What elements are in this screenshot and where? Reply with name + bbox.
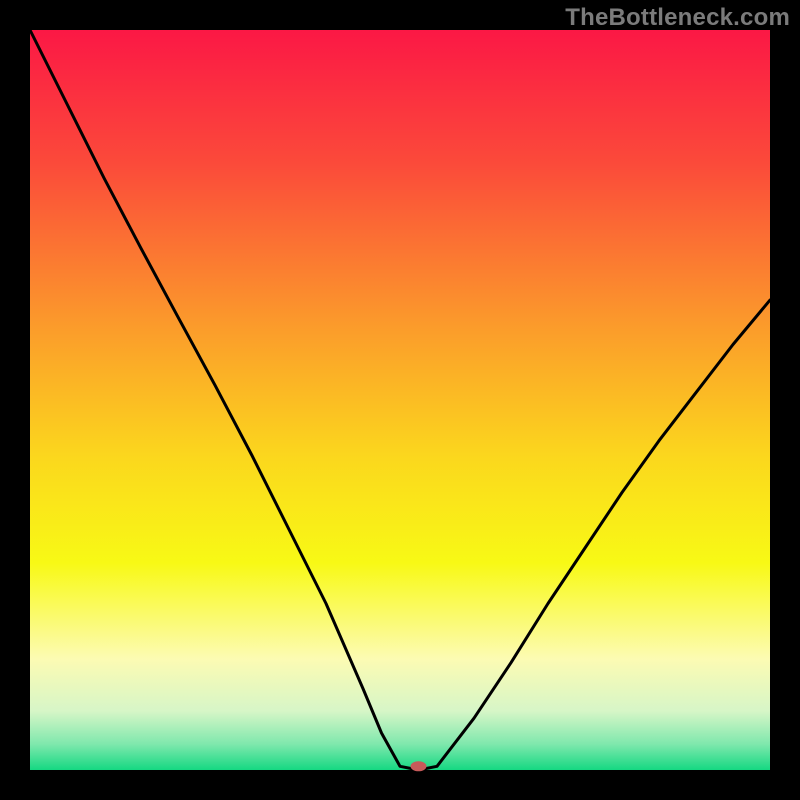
plot-background <box>30 30 770 770</box>
optimum-marker <box>411 761 427 771</box>
watermark-label: TheBottleneck.com <box>565 4 790 32</box>
bottleneck-chart: TheBottleneck.com <box>0 0 800 800</box>
chart-svg <box>0 0 800 800</box>
